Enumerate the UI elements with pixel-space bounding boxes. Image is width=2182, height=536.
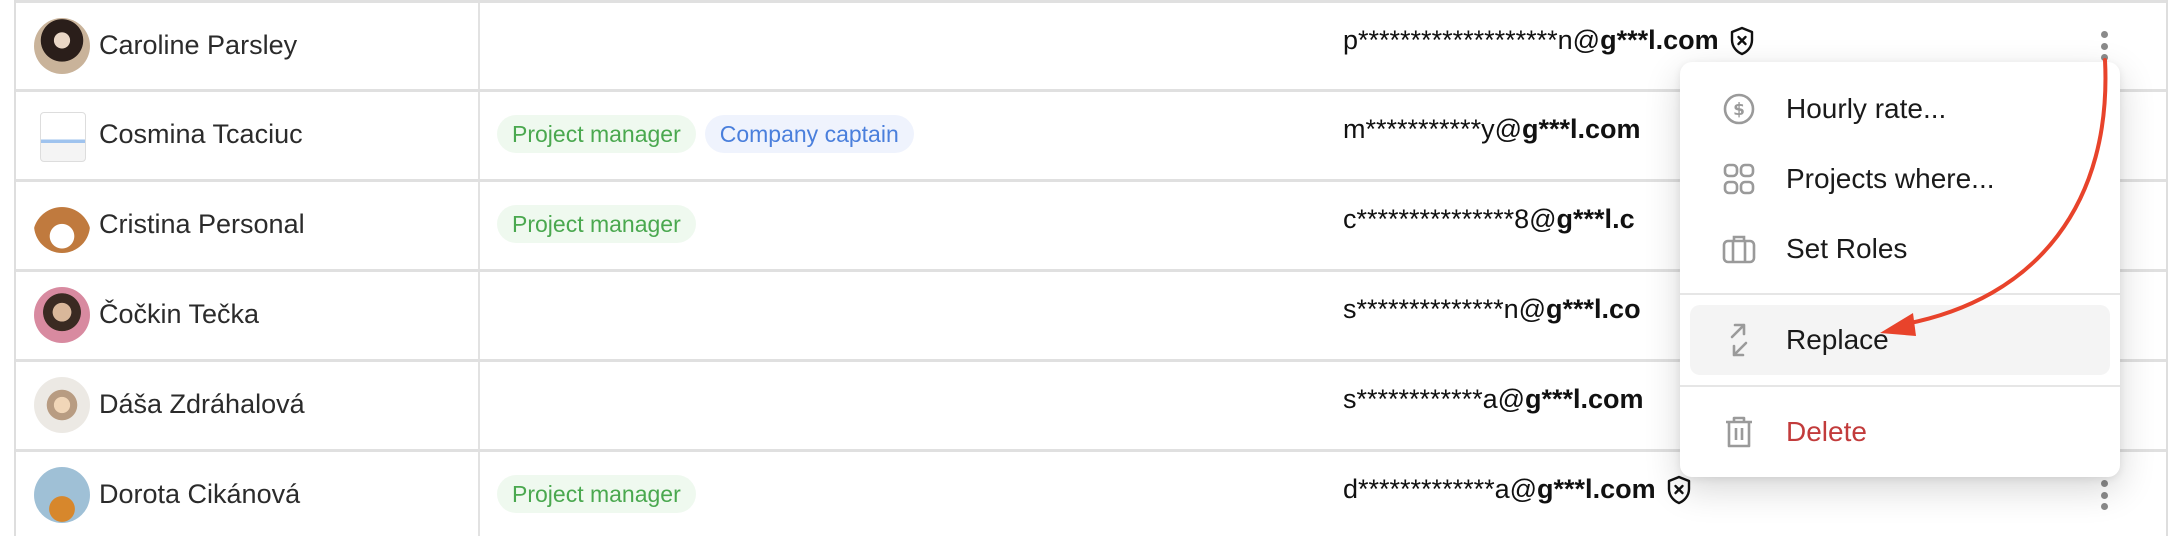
avatar — [34, 197, 90, 253]
member-email: s************a@ g***l.com — [1343, 384, 1644, 415]
email-domain: g***l.com — [1521, 114, 1641, 144]
member-email: d*************a@ g***l.com — [1343, 474, 1692, 505]
row-actions-kebab-icon[interactable] — [2098, 31, 2110, 61]
row-context-menu: $ Hourly rate... Projects where... Set R… — [1680, 62, 2120, 477]
menu-item-label: Set Roles — [1786, 233, 1908, 264]
menu-item-hourly-rate[interactable]: $ Hourly rate... — [1690, 74, 2110, 144]
member-name: Dorota Cikánová — [99, 479, 301, 509]
dollar-circle-icon: $ — [1722, 92, 1756, 126]
trash-icon — [1722, 415, 1756, 449]
member-name: Cristina Personal — [99, 209, 305, 239]
role-tag-project-manager: Project manager — [497, 205, 696, 243]
member-name: Cosmina Tcaciuc — [99, 119, 303, 149]
email-domain: g***l.com — [1537, 474, 1656, 504]
menu-separator — [1680, 293, 2120, 295]
shield-x-icon — [1729, 26, 1755, 56]
member-name: Dáša Zdráhalová — [99, 389, 305, 419]
email-domain: g***l.com — [1600, 25, 1719, 55]
role-tag-project-manager: Project manager — [497, 115, 696, 153]
member-email: m***********y@ g***l.com — [1343, 114, 1641, 145]
role-tags: Project manager Company captain — [497, 115, 914, 153]
email-masked: s************a@ — [1343, 384, 1526, 414]
menu-item-set-roles[interactable]: Set Roles — [1690, 214, 2110, 284]
menu-item-delete[interactable]: Delete — [1690, 397, 2110, 467]
menu-item-replace[interactable]: Replace — [1690, 305, 2110, 375]
grid-icon — [1722, 162, 1756, 196]
menu-item-label: Replace — [1786, 324, 1889, 355]
briefcase-icon — [1722, 232, 1756, 266]
email-domain: g***l.c — [1556, 204, 1635, 234]
shield-x-icon — [1666, 475, 1692, 505]
row-actions-kebab-icon[interactable] — [2098, 480, 2110, 510]
email-masked: m***********y@ — [1343, 114, 1522, 144]
svg-text:$: $ — [1733, 100, 1745, 120]
member-name: Caroline Parsley — [99, 30, 298, 60]
email-masked: s**************n@ — [1343, 294, 1547, 324]
avatar — [40, 112, 86, 162]
role-tags: Project manager — [497, 205, 696, 243]
avatar — [34, 377, 90, 433]
menu-separator — [1680, 385, 2120, 387]
menu-item-projects-where[interactable]: Projects where... — [1690, 144, 2110, 214]
email-masked: c***************8@ — [1343, 204, 1557, 234]
avatar — [34, 18, 90, 74]
member-email: s**************n@ g***l.co — [1343, 294, 1641, 325]
member-email: p*******************n@ g***l.com — [1343, 25, 1755, 56]
member-name: Čočkin Tečka — [99, 299, 260, 329]
avatar — [34, 467, 90, 523]
role-tags: Project manager — [497, 475, 696, 513]
role-tag-project-manager: Project manager — [497, 475, 696, 513]
email-domain: g***l.com — [1525, 384, 1644, 414]
email-domain: g***l.co — [1546, 294, 1641, 324]
email-masked: d*************a@ — [1343, 474, 1538, 504]
avatar — [34, 287, 90, 343]
menu-item-label: Projects where... — [1786, 163, 1995, 194]
member-email: c***************8@ g***l.c — [1343, 204, 1635, 235]
menu-item-label: Delete — [1786, 416, 1867, 447]
menu-item-label: Hourly rate... — [1786, 93, 1947, 124]
email-masked: p*******************n@ — [1343, 25, 1601, 55]
swap-arrows-icon — [1722, 323, 1756, 357]
role-tag-company-captain: Company captain — [704, 115, 914, 153]
